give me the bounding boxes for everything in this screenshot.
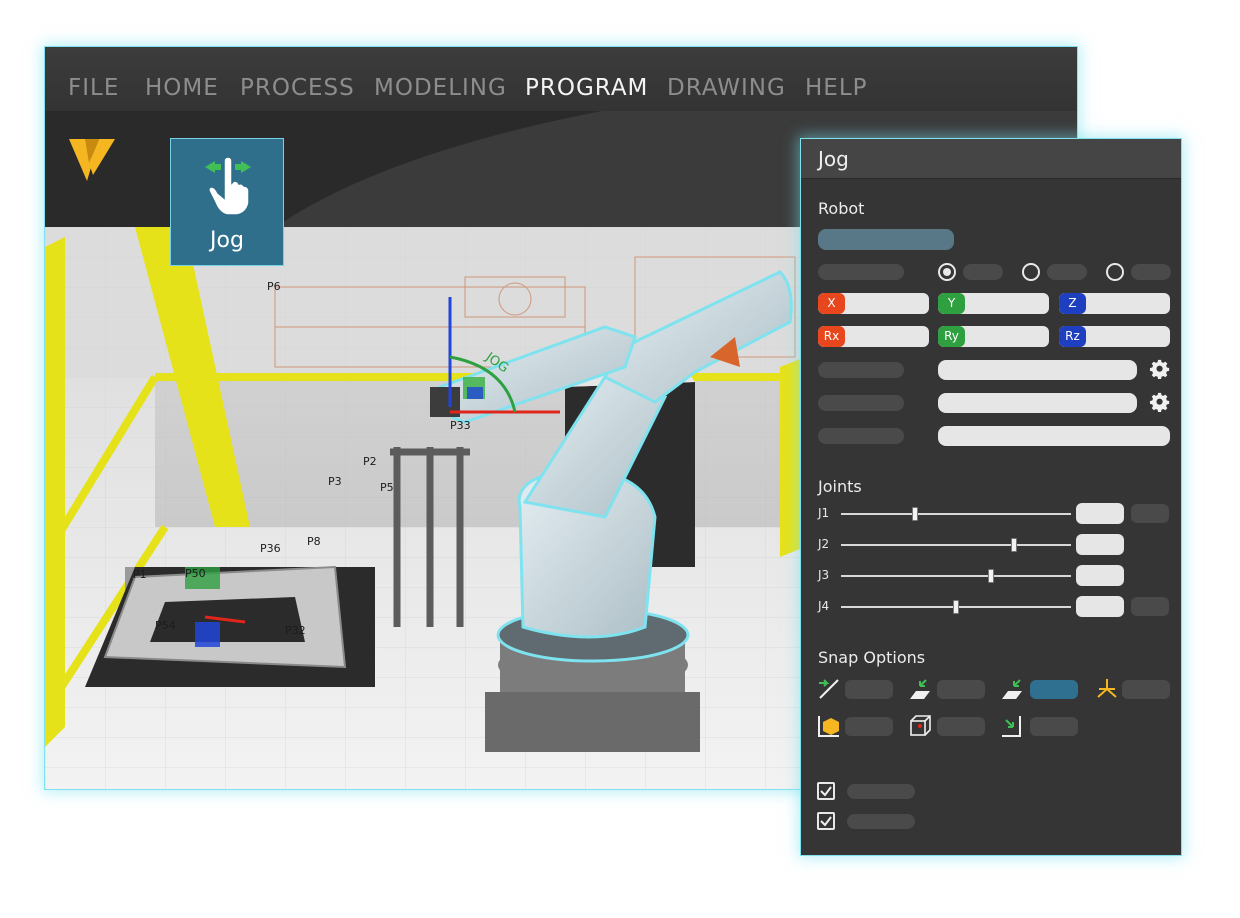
jog-panel: Jog Robot X Y Z Rx Ry Rz Joints J1 J2 J3… xyxy=(800,138,1182,856)
radio-option-2[interactable] xyxy=(1022,263,1040,281)
setting-row-1-label xyxy=(818,362,904,378)
snap-face-icon[interactable] xyxy=(908,677,932,701)
axis-z-field[interactable]: Z xyxy=(1059,293,1170,314)
joint-j1-value[interactable] xyxy=(1076,503,1124,524)
jog-tool-label: Jog xyxy=(210,228,244,253)
axis-x-field[interactable]: X xyxy=(818,293,929,314)
point-label-p8: P8 xyxy=(307,535,321,548)
axis-rx-badge: Rx xyxy=(818,326,845,347)
joint-j2-slider-thumb[interactable] xyxy=(1011,538,1017,552)
option-checkbox-1-label xyxy=(847,784,915,799)
joint-j4-value[interactable] xyxy=(1076,596,1124,617)
radio-option-3[interactable] xyxy=(1106,263,1124,281)
menu-drawing[interactable]: DRAWING xyxy=(667,75,786,101)
joint-j4-slider-thumb[interactable] xyxy=(953,600,959,614)
joint-j4-extra xyxy=(1131,597,1169,616)
point-label-p50: P50 xyxy=(185,567,206,580)
joint-j1-label: J1 xyxy=(818,506,830,520)
jog-panel-title: Jog xyxy=(818,147,849,171)
menu-modeling[interactable]: MODELING xyxy=(374,75,507,101)
setting-row-2-label xyxy=(818,395,904,411)
point-label-p54: P54 xyxy=(155,619,176,632)
snap-bounding-box-field[interactable] xyxy=(937,717,985,736)
joint-j4-slider[interactable] xyxy=(841,600,1071,614)
axis-y-field[interactable]: Y xyxy=(938,293,1049,314)
option-checkbox-2[interactable] xyxy=(817,812,835,830)
menu-home[interactable]: HOME xyxy=(145,75,219,101)
point-label-p3: P3 xyxy=(328,475,342,488)
joint-j4-label: J4 xyxy=(818,599,830,613)
snap-options-title: Snap Options xyxy=(818,648,926,667)
snap-edge-field[interactable] xyxy=(845,680,893,699)
axis-rx-field[interactable]: Rx xyxy=(818,326,929,347)
point-label-p33: P33 xyxy=(450,419,471,432)
snap-box-icon[interactable] xyxy=(817,714,841,738)
robot-section-title: Robot xyxy=(818,199,865,218)
robot-selector[interactable] xyxy=(818,229,954,250)
menu-process[interactable]: PROCESS xyxy=(240,75,355,101)
snap-bounding-box-icon[interactable] xyxy=(908,714,932,738)
gear-icon[interactable] xyxy=(1149,392,1171,414)
point-label-p32: P32 xyxy=(285,624,306,637)
joint-j1-slider[interactable] xyxy=(841,507,1071,521)
joint-j3-label: J3 xyxy=(818,568,830,582)
radio-option-1[interactable] xyxy=(938,263,956,281)
joint-j3-slider-thumb[interactable] xyxy=(988,569,994,583)
joint-j2-value[interactable] xyxy=(1076,534,1124,555)
jog-panel-header: Jog xyxy=(801,139,1181,179)
point-label-p5: P5 xyxy=(380,481,394,494)
snap-corner-field[interactable] xyxy=(1030,717,1078,736)
setting-row-1-field[interactable] xyxy=(938,360,1137,380)
axis-rz-badge: Rz xyxy=(1059,326,1086,347)
radio-option-1-label xyxy=(963,264,1003,280)
snap-corner-icon[interactable] xyxy=(1000,714,1024,738)
axis-y-badge: Y xyxy=(938,293,965,314)
point-label-p2: P2 xyxy=(363,455,377,468)
snap-face-field[interactable] xyxy=(937,680,985,699)
menu-program[interactable]: PROGRAM xyxy=(525,75,648,101)
menu-help[interactable]: HELP xyxy=(805,75,868,101)
joints-section-title: Joints xyxy=(818,477,862,496)
gear-icon[interactable] xyxy=(1149,359,1171,381)
option-checkbox-2-label xyxy=(847,814,915,829)
axis-ry-field[interactable]: Ry xyxy=(938,326,1049,347)
axis-x-badge: X xyxy=(818,293,845,314)
snap-edge-icon[interactable] xyxy=(817,677,841,701)
axis-z-badge: Z xyxy=(1059,293,1086,314)
joint-j1-extra xyxy=(1131,504,1169,523)
joint-j2-label: J2 xyxy=(818,537,830,551)
axis-rz-field[interactable]: Rz xyxy=(1059,326,1170,347)
hand-pointer-icon xyxy=(205,156,251,216)
snap-face-point-icon[interactable] xyxy=(1000,677,1024,701)
v-logo-icon xyxy=(69,139,115,181)
radio-option-3-label xyxy=(1131,264,1171,280)
jog-tool-button[interactable]: Jog xyxy=(170,138,284,266)
menu-file[interactable]: FILE xyxy=(68,75,119,101)
point-label-p6: P6 xyxy=(267,280,281,293)
point-label-p1: P1 xyxy=(133,568,147,581)
axis-ry-badge: Ry xyxy=(938,326,965,347)
snap-box-field[interactable] xyxy=(845,717,893,736)
menu-bar: FILE HOME PROCESS MODELING PROGRAM DRAWI… xyxy=(45,47,1077,111)
frame-label-placeholder xyxy=(818,264,904,280)
joint-j3-slider[interactable] xyxy=(841,569,1071,583)
setting-row-3-label xyxy=(818,428,904,444)
setting-row-3-field[interactable] xyxy=(938,426,1170,446)
snap-axes-field[interactable] xyxy=(1122,680,1170,699)
joint-j2-slider[interactable] xyxy=(841,538,1071,552)
radio-option-2-label xyxy=(1047,264,1087,280)
option-checkbox-1[interactable] xyxy=(817,782,835,800)
snap-axes-icon[interactable] xyxy=(1095,677,1119,701)
joint-j1-slider-thumb[interactable] xyxy=(912,507,918,521)
setting-row-2-field[interactable] xyxy=(938,393,1137,413)
joint-j3-value[interactable] xyxy=(1076,565,1124,586)
snap-face-point-field[interactable] xyxy=(1030,680,1078,699)
point-label-p36: P36 xyxy=(260,542,281,555)
